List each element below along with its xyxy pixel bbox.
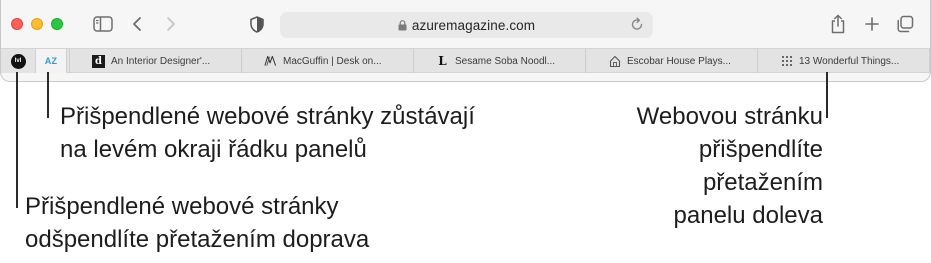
tab[interactable]: MacGuffin | Desk on... — [241, 49, 413, 73]
pinned-tab-favicon: AZ — [44, 56, 58, 66]
tab-overview-icon[interactable] — [894, 12, 916, 36]
url-text: azuremagazine.com — [411, 17, 536, 33]
forward-arrow-icon[interactable] — [161, 12, 181, 36]
house-icon — [608, 55, 621, 68]
callout-line: na levém okraji řádku panelů — [60, 136, 367, 163]
close-window-button[interactable] — [11, 18, 23, 30]
maximize-window-button[interactable] — [51, 18, 63, 30]
browser-window: azuremagazine.com lvl AZ d An Interior D… — [0, 0, 931, 82]
tab-title: MacGuffin | Desk on... — [283, 55, 382, 67]
pinned-tab[interactable]: AZ — [35, 49, 67, 73]
tab[interactable]: Escobar House Plays... — [585, 49, 757, 73]
tab-title: An Interior Designer'... — [111, 55, 211, 67]
callout-line: přišpendlíte — [698, 136, 823, 163]
callout-line: přetažením — [702, 169, 823, 196]
tab-favicon: L — [438, 54, 447, 68]
pinned-tab-favicon: lvl — [10, 53, 26, 69]
share-icon[interactable] — [827, 12, 849, 36]
tab-title: Sesame Soba Noodl... — [455, 55, 556, 67]
callout-leader-line — [826, 72, 828, 118]
reload-icon[interactable] — [630, 17, 644, 37]
tab-title: 13 Wonderful Things... — [799, 55, 900, 67]
tab[interactable]: L Sesame Soba Noodl... — [413, 49, 585, 73]
address-bar[interactable]: azuremagazine.com — [280, 12, 653, 38]
tab[interactable]: d An Interior Designer'... — [69, 49, 241, 73]
tab[interactable]: 13 Wonderful Things... — [757, 49, 930, 73]
toolbar: azuremagazine.com — [1, 0, 930, 48]
callout-unpin: Přišpendlené webové stránky odšpendlíte … — [25, 190, 369, 256]
callout-line: odšpendlíte přetažením doprava — [25, 226, 370, 253]
back-arrow-icon[interactable] — [127, 12, 147, 36]
privacy-shield-icon[interactable] — [247, 12, 267, 36]
new-tab-icon[interactable] — [861, 12, 883, 36]
callout-leader-line — [16, 72, 18, 208]
grid-icon — [780, 55, 793, 68]
sidebar-icon[interactable] — [91, 12, 115, 36]
callout-pinned-stay: Přišpendlené webové stránky zůstávají na… — [60, 100, 475, 166]
tab-favicon: d — [92, 54, 105, 68]
callout-line: Přišpendlené webové stránky zůstávají — [60, 103, 475, 130]
tab-bar: lvl AZ d An Interior Designer'... MacGuf… — [1, 48, 930, 73]
callout-leader-line — [47, 72, 49, 118]
callout-line: Webovou stránku — [636, 103, 823, 130]
macguffin-logo-icon — [264, 55, 277, 68]
callout-pin: Webovou stránku přišpendlíte přetažením … — [637, 100, 823, 232]
callout-line: Přišpendlené webové stránky — [25, 193, 339, 220]
tab-title: Escobar House Plays... — [627, 55, 731, 67]
callout-line: panelu doleva — [673, 202, 823, 229]
lock-icon — [398, 19, 407, 31]
pinned-tab[interactable]: lvl — [1, 49, 35, 73]
minimize-window-button[interactable] — [31, 18, 43, 30]
